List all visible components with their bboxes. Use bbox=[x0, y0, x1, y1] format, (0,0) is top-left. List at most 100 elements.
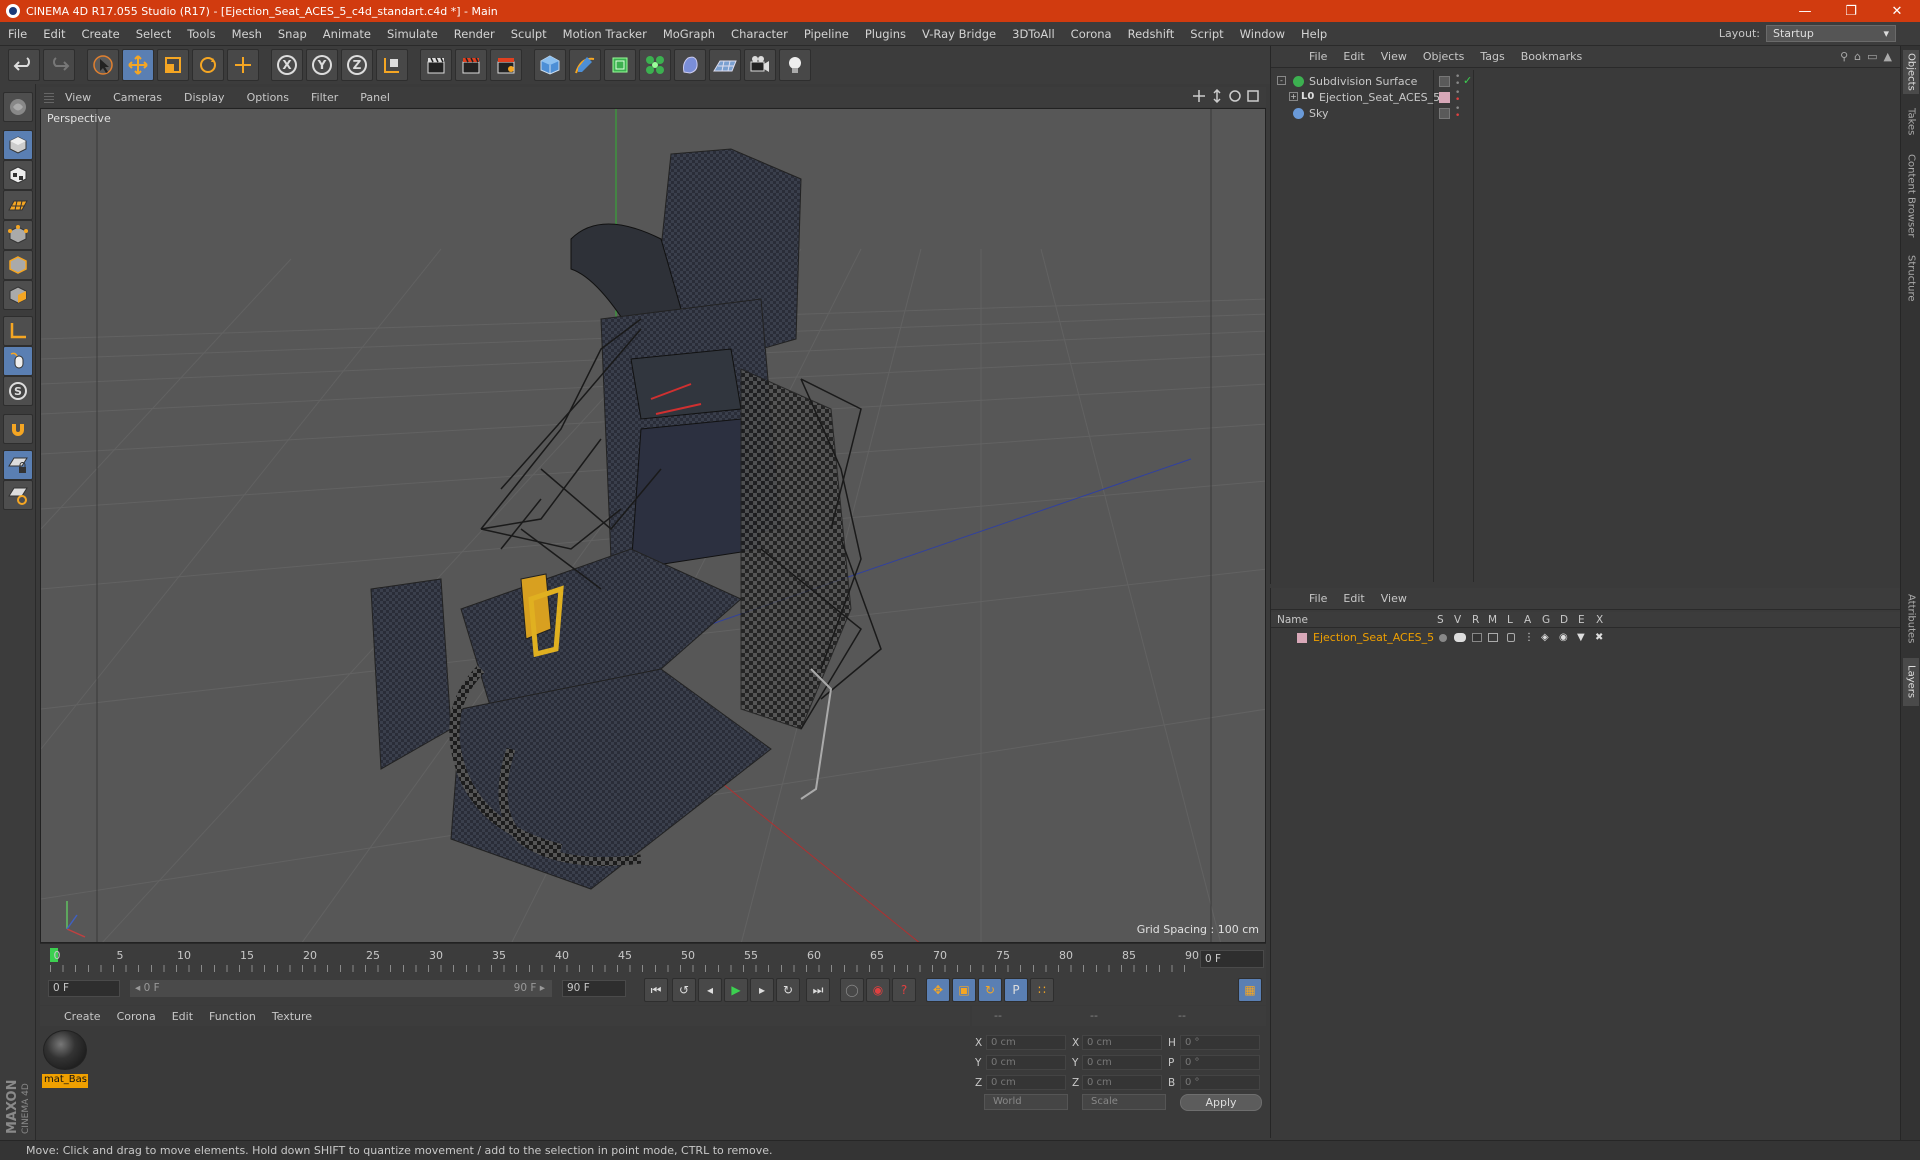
menu-create[interactable]: Create bbox=[74, 27, 128, 41]
menu-select[interactable]: Select bbox=[128, 27, 179, 41]
rotation-b-field[interactable]: 0 ° bbox=[1180, 1075, 1260, 1090]
workplane-mode-button[interactable] bbox=[3, 190, 33, 220]
add-subdivision-button[interactable] bbox=[604, 49, 636, 81]
expression-icon[interactable]: ▼ bbox=[1577, 632, 1585, 643]
minimize-panel-icon[interactable]: ▭ bbox=[1867, 50, 1877, 63]
size-mode-dropdown[interactable]: Scale bbox=[1082, 1094, 1166, 1110]
step-forward-button[interactable]: ▸ bbox=[750, 978, 774, 1002]
position-y-field[interactable]: 0 cm bbox=[986, 1055, 1066, 1070]
menu-pipeline[interactable]: Pipeline bbox=[796, 27, 857, 41]
menu-animate[interactable]: Animate bbox=[315, 27, 379, 41]
timeline-window-button[interactable]: ▦ bbox=[1238, 978, 1262, 1002]
size-y-field[interactable]: 0 cm bbox=[1082, 1055, 1162, 1070]
play-button[interactable]: ▶ bbox=[724, 978, 748, 1002]
add-spline-button[interactable] bbox=[569, 49, 601, 81]
goto-start-button[interactable]: ⏮ bbox=[644, 978, 668, 1002]
layer-color-swatch[interactable] bbox=[1439, 92, 1450, 103]
minimize-button[interactable]: — bbox=[1782, 0, 1828, 22]
manager-icon[interactable] bbox=[1488, 633, 1498, 642]
key-pla-button[interactable]: ∷ bbox=[1030, 978, 1054, 1002]
solo-mode-button[interactable]: S bbox=[3, 376, 33, 406]
snap-button[interactable] bbox=[3, 414, 33, 444]
lm-menu-edit[interactable]: Edit bbox=[1335, 592, 1372, 605]
redo-button[interactable] bbox=[43, 49, 75, 81]
solo-dot-icon[interactable] bbox=[1439, 634, 1447, 642]
tab-attributes[interactable]: Attributes bbox=[1903, 586, 1919, 652]
object-row[interactable]: - Subdivision Surface • • ✓ bbox=[1271, 73, 1901, 90]
menu-mograph[interactable]: MoGraph bbox=[655, 27, 723, 41]
animation-icon[interactable]: ⋮ bbox=[1524, 632, 1534, 643]
tab-takes[interactable]: Takes bbox=[1903, 102, 1919, 142]
add-light-button[interactable] bbox=[779, 49, 811, 81]
autokey-button[interactable]: ◉ bbox=[866, 978, 890, 1002]
lm-menu-file[interactable]: File bbox=[1301, 592, 1335, 605]
key-rotation-button[interactable]: ↻ bbox=[978, 978, 1002, 1002]
object-row[interactable]: + L0 Ejection_Seat_ACES_5 • • bbox=[1271, 89, 1901, 106]
add-cube-button[interactable] bbox=[534, 49, 566, 81]
menu-help[interactable]: Help bbox=[1293, 27, 1335, 41]
edges-mode-button[interactable] bbox=[3, 250, 33, 280]
position-z-field[interactable]: 0 cm bbox=[986, 1075, 1066, 1090]
layer-name[interactable]: Ejection_Seat_ACES_5 bbox=[1313, 631, 1434, 644]
maximize-view-icon[interactable] bbox=[1246, 89, 1260, 103]
points-mode-button[interactable] bbox=[3, 220, 33, 250]
restore-button[interactable]: ❐ bbox=[1828, 0, 1874, 22]
rotation-p-field[interactable]: 0 ° bbox=[1180, 1055, 1260, 1070]
coordinate-space-dropdown[interactable]: World bbox=[984, 1094, 1068, 1110]
menu-simulate[interactable]: Simulate bbox=[379, 27, 446, 41]
y-axis-lock-button[interactable]: Y bbox=[306, 49, 338, 81]
rotate-tool-button[interactable] bbox=[192, 49, 224, 81]
current-frame-field[interactable]: 0 F bbox=[1200, 950, 1264, 968]
start-frame-field[interactable]: 0 F bbox=[48, 980, 120, 997]
key-scale-button[interactable]: ▣ bbox=[952, 978, 976, 1002]
key-param-button[interactable]: P bbox=[1004, 978, 1028, 1002]
close-button[interactable]: ✕ bbox=[1874, 0, 1920, 22]
layer-row[interactable]: Ejection_Seat_ACES_5 ⋮ ◈ ◉ ▼ ✖ bbox=[1271, 630, 1901, 646]
add-mograph-cloner-button[interactable] bbox=[639, 49, 671, 81]
make-editable-button[interactable] bbox=[3, 92, 33, 122]
viewport-menu-view[interactable]: View bbox=[54, 91, 102, 104]
home-icon[interactable]: ⌂ bbox=[1854, 50, 1861, 63]
step-back-button[interactable]: ◂ bbox=[698, 978, 722, 1002]
menu-mesh[interactable]: Mesh bbox=[224, 27, 270, 41]
timeline-ruler[interactable]: 0 5 10 15 20 25 30 35 40 45 50 55 60 65 … bbox=[40, 943, 1266, 973]
lm-menu-view[interactable]: View bbox=[1373, 592, 1415, 605]
x-axis-lock-button[interactable]: X bbox=[271, 49, 303, 81]
rotate-view-icon[interactable] bbox=[1228, 89, 1242, 103]
menu-motion-tracker[interactable]: Motion Tracker bbox=[555, 27, 655, 41]
render-picture-viewer-button[interactable] bbox=[455, 49, 487, 81]
quantize-button[interactable] bbox=[3, 480, 33, 510]
add-floor-button[interactable] bbox=[709, 49, 741, 81]
visibility-dots-icon[interactable]: • • bbox=[1455, 73, 1460, 89]
menu-character[interactable]: Character bbox=[723, 27, 796, 41]
lock-icon[interactable] bbox=[1507, 633, 1515, 642]
rotation-h-field[interactable]: 0 ° bbox=[1180, 1035, 1260, 1050]
end-frame-field[interactable]: 90 F bbox=[562, 980, 626, 997]
menu-script[interactable]: Script bbox=[1182, 27, 1231, 41]
viewport-menu-filter[interactable]: Filter bbox=[300, 91, 349, 104]
edit-tag-icon[interactable] bbox=[1439, 76, 1450, 87]
tab-objects[interactable]: Objects bbox=[1903, 50, 1919, 94]
layer-color-swatch[interactable] bbox=[1297, 633, 1307, 643]
menu-tools[interactable]: Tools bbox=[179, 27, 223, 41]
recent-tool-button[interactable] bbox=[227, 49, 259, 81]
workplane-lock-button[interactable] bbox=[3, 450, 33, 480]
menu-corona[interactable]: Corona bbox=[1063, 27, 1120, 41]
model-mode-button[interactable] bbox=[3, 130, 33, 160]
generator-icon[interactable]: ◈ bbox=[1541, 632, 1549, 643]
viewport-menu-panel[interactable]: Panel bbox=[349, 91, 401, 104]
om-menu-view[interactable]: View bbox=[1373, 50, 1415, 63]
tab-content-browser[interactable]: Content Browser bbox=[1903, 150, 1919, 242]
position-x-field[interactable]: 0 cm bbox=[986, 1035, 1066, 1050]
coordinate-system-button[interactable] bbox=[376, 49, 408, 81]
om-menu-bookmarks[interactable]: Bookmarks bbox=[1513, 50, 1590, 63]
render-settings-button[interactable] bbox=[490, 49, 522, 81]
menu-render[interactable]: Render bbox=[446, 27, 503, 41]
viewport-menu-display[interactable]: Display bbox=[173, 91, 236, 104]
dolly-view-icon[interactable] bbox=[1210, 89, 1224, 103]
polygons-mode-button[interactable] bbox=[3, 280, 33, 310]
add-deformer-button[interactable] bbox=[674, 49, 706, 81]
perspective-viewport[interactable]: Perspective Grid Spacing : 100 cm bbox=[40, 108, 1266, 943]
menu-redshift[interactable]: Redshift bbox=[1120, 27, 1183, 41]
record-keys-button[interactable]: ◯ bbox=[840, 978, 864, 1002]
